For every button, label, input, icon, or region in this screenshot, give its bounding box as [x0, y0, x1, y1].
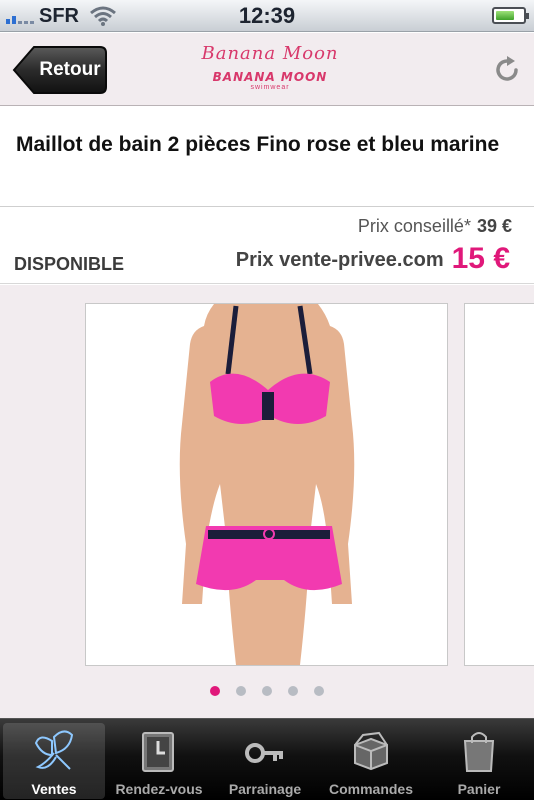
tab-label: Ventes	[31, 781, 77, 797]
recommended-price: Prix conseillé* 39 €	[358, 216, 512, 237]
clock-icon	[142, 732, 174, 772]
page-dot[interactable]	[210, 686, 220, 696]
page-indicator	[0, 686, 534, 696]
back-button[interactable]: Retour	[12, 45, 108, 95]
logo-script-text: Banana Moon	[201, 43, 339, 64]
page-dot[interactable]	[262, 686, 272, 696]
battery-icon	[492, 7, 529, 24]
page-dot[interactable]	[314, 686, 324, 696]
refresh-icon[interactable]	[492, 55, 522, 85]
tab-ventes[interactable]: Ventes	[3, 723, 105, 799]
box-icon	[354, 731, 388, 771]
sale-price-label: Prix vente-privee.com	[235, 249, 444, 271]
tab-parrainage[interactable]: Parrainage	[214, 723, 316, 799]
next-product-image[interactable]	[464, 303, 534, 666]
bikini-photo	[179, 304, 355, 665]
butterfly-icon	[34, 730, 74, 770]
product-gallery[interactable]	[0, 285, 534, 718]
logo-wordmark: BANANA MOON	[212, 70, 328, 84]
key-icon	[245, 743, 283, 763]
product-image[interactable]	[85, 303, 448, 666]
logo-subtitle: swimwear	[250, 84, 290, 91]
brand-logo: Banana Moon BANANA MOON swimwear	[200, 41, 340, 99]
price-section: Prix conseillé* 39 € DISPONIBLE Prix vent…	[0, 208, 534, 284]
recommended-price-value: 39 €	[476, 216, 512, 236]
tab-label: Parrainage	[228, 781, 302, 797]
sale-price: Prix vente-privee.com 15 €	[236, 242, 510, 276]
page-dot[interactable]	[288, 686, 298, 696]
recommended-price-label: Prix conseillé*	[357, 216, 471, 236]
bag-icon	[463, 732, 495, 772]
sale-price-value: 15 €	[451, 242, 510, 275]
tab-commandes[interactable]: Commandes	[320, 723, 422, 799]
product-title: Maillot de bain 2 pièces Fino rose et bl…	[16, 133, 500, 156]
status-bar: SFR 12:39	[0, 0, 534, 32]
nav-header: Retour Banana Moon BANANA MOON swimwear	[0, 33, 534, 106]
product-title-section: Maillot de bain 2 pièces Fino rose et bl…	[0, 107, 534, 207]
tab-label: Commandes	[328, 781, 414, 797]
back-button-label: Retour	[39, 59, 101, 80]
tab-bar: Ventes Rendez-vous Parrainage Commandes …	[0, 718, 534, 800]
page-dot[interactable]	[236, 686, 246, 696]
tab-panier[interactable]: Panier	[428, 723, 530, 799]
status-time: 12:39	[238, 3, 296, 28]
availability-status: DISPONIBLE	[14, 254, 125, 274]
tab-rendez-vous[interactable]: Rendez-vous	[108, 723, 210, 799]
tab-label: Panier	[457, 781, 501, 797]
tab-label: Rendez-vous	[115, 781, 203, 797]
